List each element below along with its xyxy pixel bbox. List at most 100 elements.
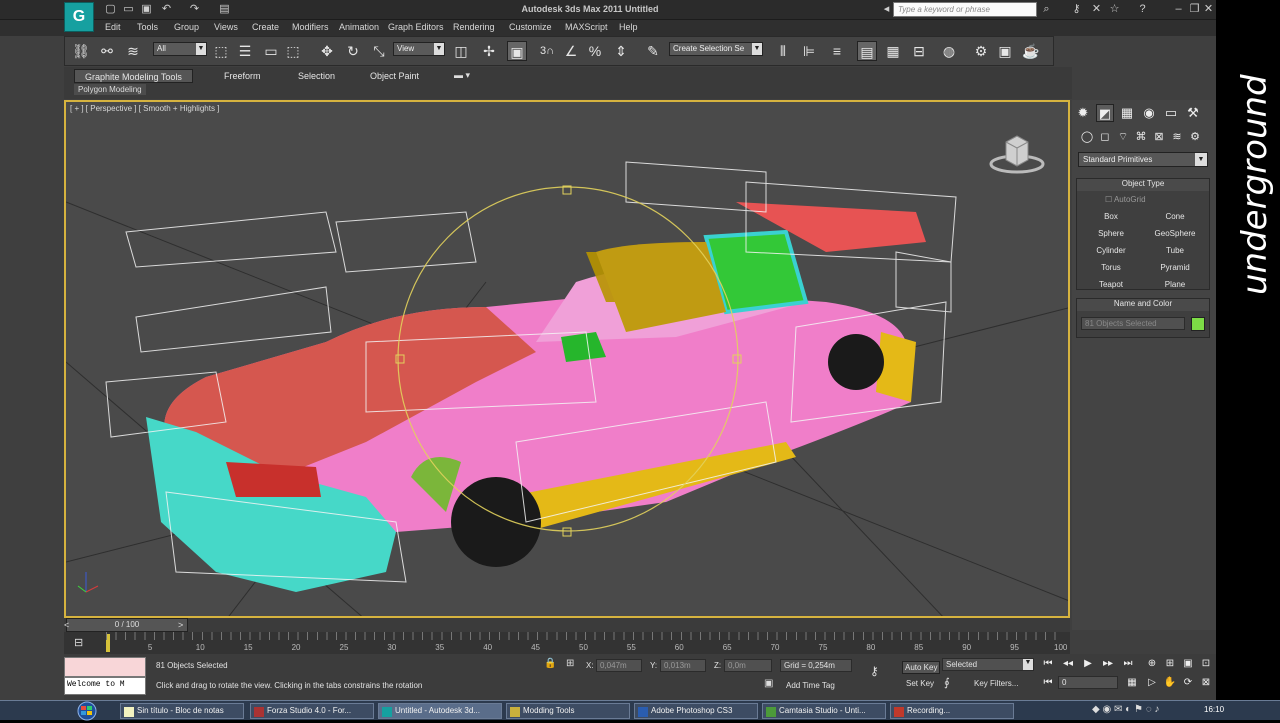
star-icon[interactable]: ☆ xyxy=(1108,3,1121,16)
systems-icon[interactable]: ⚙ xyxy=(1186,128,1204,146)
helpers-icon[interactable]: ⊠ xyxy=(1150,128,1168,146)
zoom-extents-icon[interactable]: ▣ xyxy=(1180,657,1196,671)
z-coordinate-field[interactable]: 0,0m xyxy=(724,659,772,672)
viewcube-icon[interactable] xyxy=(988,132,1046,178)
menu-maxscript[interactable]: MAXScript xyxy=(565,22,608,32)
key-mode-dropdown[interactable]: Selected ▼ xyxy=(942,658,1034,671)
bind-space-warp-icon[interactable]: ≋ xyxy=(123,41,143,61)
plane-button[interactable]: Plane xyxy=(1145,277,1205,292)
absolute-mode-icon[interactable]: ⊞ xyxy=(566,658,574,669)
tab-selection[interactable]: Selection xyxy=(288,69,345,83)
object-color-swatch[interactable] xyxy=(1191,317,1205,331)
add-time-tag-button[interactable]: Add Time Tag xyxy=(786,681,835,690)
name-and-color-title[interactable]: Name and Color xyxy=(1077,299,1209,311)
angle-snap-icon[interactable]: ∠ xyxy=(561,41,581,61)
time-slider-thumb[interactable]: 0 / 100 xyxy=(66,618,188,632)
motion-panel-icon[interactable]: ◉ xyxy=(1140,104,1158,122)
project-folder-icon[interactable]: ▤ xyxy=(218,3,231,16)
menu-help[interactable]: Help xyxy=(619,22,638,32)
pivot-center-icon[interactable]: ◫ xyxy=(451,41,471,61)
restore-icon[interactable]: ❐ xyxy=(1188,3,1201,16)
sphere-button[interactable]: Sphere xyxy=(1081,226,1141,241)
geosphere-button[interactable]: GeoSphere xyxy=(1145,226,1205,241)
previous-frame-icon[interactable]: ◂◂ xyxy=(1060,657,1076,671)
graphite-toggle-icon[interactable]: ▤ xyxy=(857,41,877,61)
layer-manager-icon[interactable]: ≡ xyxy=(827,41,847,61)
geometry-icon[interactable]: ◯ xyxy=(1078,128,1096,146)
maxscript-input[interactable] xyxy=(64,657,146,677)
task-photoshop[interactable]: Adobe Photoshop CS3 xyxy=(634,703,758,719)
autogrid-checkbox[interactable]: ☐ AutoGrid xyxy=(1105,195,1146,204)
set-key-mode-icon[interactable]: ∮ xyxy=(944,676,950,689)
zoom-all-icon[interactable]: ⊞ xyxy=(1162,657,1178,671)
scale-icon[interactable]: ⤡ xyxy=(369,41,389,61)
edit-named-selection-icon[interactable]: ✎ xyxy=(643,41,663,61)
unlink-icon[interactable]: ⚯ xyxy=(97,41,117,61)
time-slider[interactable]: 0 / 100 < > xyxy=(64,618,1070,632)
tab-freeform[interactable]: Freeform xyxy=(214,69,271,83)
open-file-icon[interactable]: ▭ xyxy=(122,3,135,16)
menu-group[interactable]: Group xyxy=(174,22,199,32)
tab-polygon-modeling[interactable]: Polygon Modeling xyxy=(74,84,146,95)
shapes-icon[interactable]: ◻ xyxy=(1096,128,1114,146)
key-icon[interactable]: ⚷ xyxy=(1070,3,1083,16)
menu-edit[interactable]: Edit xyxy=(105,22,121,32)
key-mode-toggle-icon[interactable]: ⏮ xyxy=(1040,676,1056,690)
window-crossing-icon[interactable]: ⬚ xyxy=(283,41,303,61)
keyboard-shortcut-toggle-icon[interactable]: ▣ xyxy=(507,41,527,61)
undo-icon[interactable]: ↶ xyxy=(160,3,173,16)
schematic-view-icon[interactable]: ⊟ xyxy=(909,41,929,61)
percent-snap-icon[interactable]: % xyxy=(585,41,605,61)
select-by-name-icon[interactable]: ☰ xyxy=(235,41,255,61)
menu-customize[interactable]: Customize xyxy=(509,22,552,32)
move-icon[interactable]: ✥ xyxy=(317,41,337,61)
zoom-icon[interactable]: ⊕ xyxy=(1144,657,1160,671)
primitive-type-dropdown[interactable]: Standard Primitives ▼ xyxy=(1078,152,1208,167)
selection-filter-dropdown[interactable]: All ▼ xyxy=(153,42,207,56)
curve-editor-icon[interactable]: ▦ xyxy=(883,41,903,61)
next-frame-icon[interactable]: ▸▸ xyxy=(1100,657,1116,671)
align-icon[interactable]: ⊫ xyxy=(799,41,819,61)
display-panel-icon[interactable]: ▭ xyxy=(1162,104,1180,122)
rendered-frame-window-icon[interactable]: ▣ xyxy=(995,41,1015,61)
help-icon[interactable]: ? xyxy=(1136,3,1149,16)
create-panel-icon[interactable]: ✹ xyxy=(1074,104,1092,122)
binoculars-icon[interactable]: ⌕ xyxy=(1040,3,1053,16)
menu-rendering[interactable]: Rendering xyxy=(453,22,495,32)
named-selection-sets-dropdown[interactable]: Create Selection Se ▼ xyxy=(669,42,763,56)
maximize-viewport-icon[interactable]: ⊠ xyxy=(1198,676,1214,690)
tab-graphite-modeling-tools[interactable]: Graphite Modeling Tools xyxy=(74,69,193,83)
field-of-view-icon[interactable]: ▷ xyxy=(1144,676,1160,690)
pan-icon[interactable]: ✋ xyxy=(1162,676,1178,690)
redo-icon[interactable]: ↷ xyxy=(188,3,201,16)
track-bar[interactable]: ⊟ 5 10 15 20 25 30 35 40 45 50 55 60 65 70 75 80 85 90 95 1… xyxy=(64,632,1070,654)
select-manipulate-icon[interactable]: ✢ xyxy=(479,41,499,61)
viewport-label[interactable]: [ + ] [ Perspective ] [ Smooth + Highlig… xyxy=(70,104,219,113)
zoom-extents-all-icon[interactable]: ⊡ xyxy=(1198,657,1214,671)
mirror-icon[interactable]: ⫴ xyxy=(773,41,793,61)
material-editor-icon[interactable]: ◍ xyxy=(939,41,959,61)
play-icon[interactable]: ▶ xyxy=(1080,657,1096,671)
go-to-start-icon[interactable]: ⏮ xyxy=(1040,657,1056,671)
maxscript-output[interactable]: Welcome to M xyxy=(64,677,146,695)
minimize-icon[interactable]: – xyxy=(1172,3,1185,16)
default-key-icon[interactable]: ⚷ xyxy=(870,664,879,678)
menu-create[interactable]: Create xyxy=(252,22,279,32)
task-camtasia[interactable]: Camtasia Studio - Unti... xyxy=(762,703,886,719)
box-button[interactable]: Box xyxy=(1081,209,1141,224)
save-icon[interactable]: ▣ xyxy=(140,3,153,16)
torus-button[interactable]: Torus xyxy=(1081,260,1141,275)
arcball-bottom-handle[interactable] xyxy=(562,527,572,537)
lights-icon[interactable]: ⌔ xyxy=(1114,128,1132,146)
tube-button[interactable]: Tube xyxy=(1145,243,1205,258)
snaps-toggle-icon[interactable]: 3∩ xyxy=(537,41,557,61)
task-forza-studio[interactable]: Forza Studio 4.0 - For... xyxy=(250,703,374,719)
menu-animation[interactable]: Animation xyxy=(339,22,379,32)
menu-graph-editors[interactable]: Graph Editors xyxy=(388,22,444,32)
system-tray-icons[interactable]: ◆ ◉ ✉ ◐ ⚑ ◌ ♪ xyxy=(1092,704,1159,715)
menu-modifiers[interactable]: Modifiers xyxy=(292,22,329,32)
menu-tools[interactable]: Tools xyxy=(137,22,158,32)
link-icon[interactable]: ⛓ xyxy=(71,41,91,61)
slider-next-icon[interactable]: > xyxy=(178,620,183,630)
tab-object-paint[interactable]: Object Paint xyxy=(360,69,429,83)
